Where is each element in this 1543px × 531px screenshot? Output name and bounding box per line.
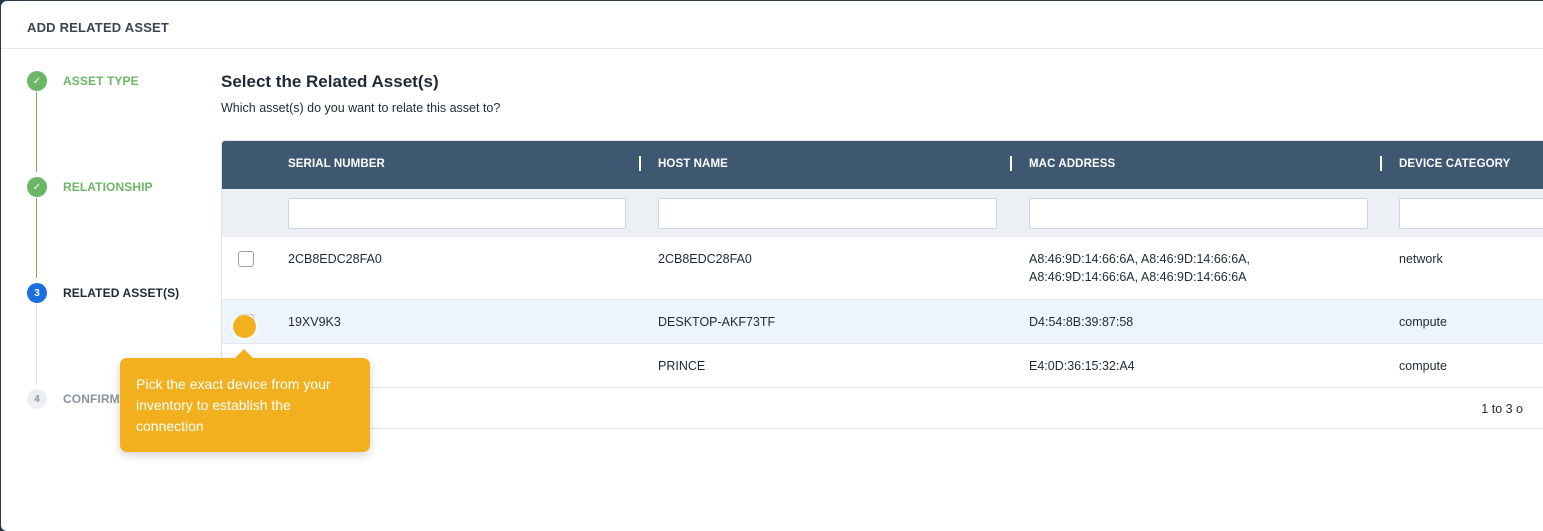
- mac-address-filter-input[interactable]: [1029, 198, 1368, 229]
- step-connector: [36, 92, 37, 172]
- step-label: CONFIRM: [63, 392, 120, 406]
- modal-title: ADD RELATED ASSET: [27, 20, 170, 35]
- device-category-cell: compute: [1399, 359, 1447, 373]
- mac-address-cell: A8:46:9D:14:66:6A, A8:46:9D:14:66:6A, A8…: [1029, 252, 1250, 284]
- step-label: RELATIONSHIP: [63, 180, 153, 194]
- column-header-mac-address[interactable]: MAC ADDRESS: [1029, 158, 1115, 170]
- column-header-host-name[interactable]: HOST NAME: [658, 158, 728, 170]
- column-resize-handle[interactable]: [1010, 156, 1012, 171]
- section-title: Select the Related Asset(s): [221, 72, 439, 91]
- device-category-filter-input[interactable]: [1399, 198, 1543, 229]
- tour-hotspot[interactable]: [233, 315, 256, 338]
- pagination-summary: 1 to 3 o: [1481, 402, 1523, 416]
- host-name-cell: 2CB8EDC28FA0: [658, 252, 752, 266]
- table-row[interactable]: 19XV9K3 DESKTOP-AKF73TF D4:54:8B:39:87:5…: [222, 300, 1543, 344]
- modal-header: ADD RELATED ASSET: [1, 1, 1543, 49]
- step-related-assets[interactable]: 3 RELATED ASSET(S): [27, 283, 179, 303]
- step-label: RELATED ASSET(S): [63, 286, 180, 300]
- column-resize-handle[interactable]: [639, 156, 641, 171]
- mac-address-cell: E4:0D:36:15:32:A4: [1029, 359, 1135, 373]
- serial-number-cell: 19XV9K3: [288, 315, 341, 329]
- host-name-cell: PRINCE: [658, 359, 706, 373]
- step-number: 3: [27, 283, 47, 303]
- asset-grid: SERIAL NUMBER HOST NAME MAC ADDRESS DEVI…: [221, 140, 1543, 429]
- grid-header: SERIAL NUMBER HOST NAME MAC ADDRESS DEVI…: [222, 141, 1543, 189]
- device-category-cell: compute: [1399, 315, 1447, 329]
- column-header-serial-number[interactable]: SERIAL NUMBER: [288, 158, 385, 170]
- section-subtitle: Which asset(s) do you want to relate thi…: [221, 101, 501, 115]
- host-name-cell: DESKTOP-AKF73TF: [658, 315, 776, 329]
- column-header-device-category[interactable]: DEVICE CATEGORY: [1399, 158, 1510, 170]
- table-row[interactable]: 2CB8EDC28FA0 2CB8EDC28FA0 A8:46:9D:14:66…: [222, 237, 1543, 300]
- check-icon: ✓: [27, 177, 47, 197]
- filter-row: [222, 189, 1543, 237]
- row-checkbox[interactable]: [238, 251, 254, 267]
- step-confirm[interactable]: 4 CONFIRM: [27, 389, 120, 409]
- mac-address-cell: D4:54:8B:39:87:58: [1029, 315, 1134, 329]
- tooltip-text: Pick the exact device from your inventor…: [136, 376, 331, 434]
- device-category-cell: network: [1399, 252, 1443, 266]
- tour-tooltip: Pick the exact device from your inventor…: [120, 349, 370, 452]
- host-name-filter-input[interactable]: [658, 198, 997, 229]
- check-icon: ✓: [27, 71, 47, 91]
- add-related-asset-modal: ADD RELATED ASSET ✓ ASSET TYPE ✓ RELATIO…: [1, 1, 1543, 531]
- step-connector: [36, 303, 37, 385]
- step-number: 4: [27, 389, 47, 409]
- column-resize-handle[interactable]: [1380, 156, 1382, 171]
- step-label: ASSET TYPE: [63, 74, 139, 88]
- serial-number-filter-input[interactable]: [288, 198, 626, 229]
- table-row[interactable]: PRINCE E4:0D:36:15:32:A4 compute: [222, 344, 1543, 388]
- step-relationship[interactable]: ✓ RELATIONSHIP: [27, 177, 153, 197]
- serial-number-cell: 2CB8EDC28FA0: [288, 252, 382, 266]
- step-connector: [36, 198, 37, 278]
- step-asset-type[interactable]: ✓ ASSET TYPE: [27, 71, 139, 91]
